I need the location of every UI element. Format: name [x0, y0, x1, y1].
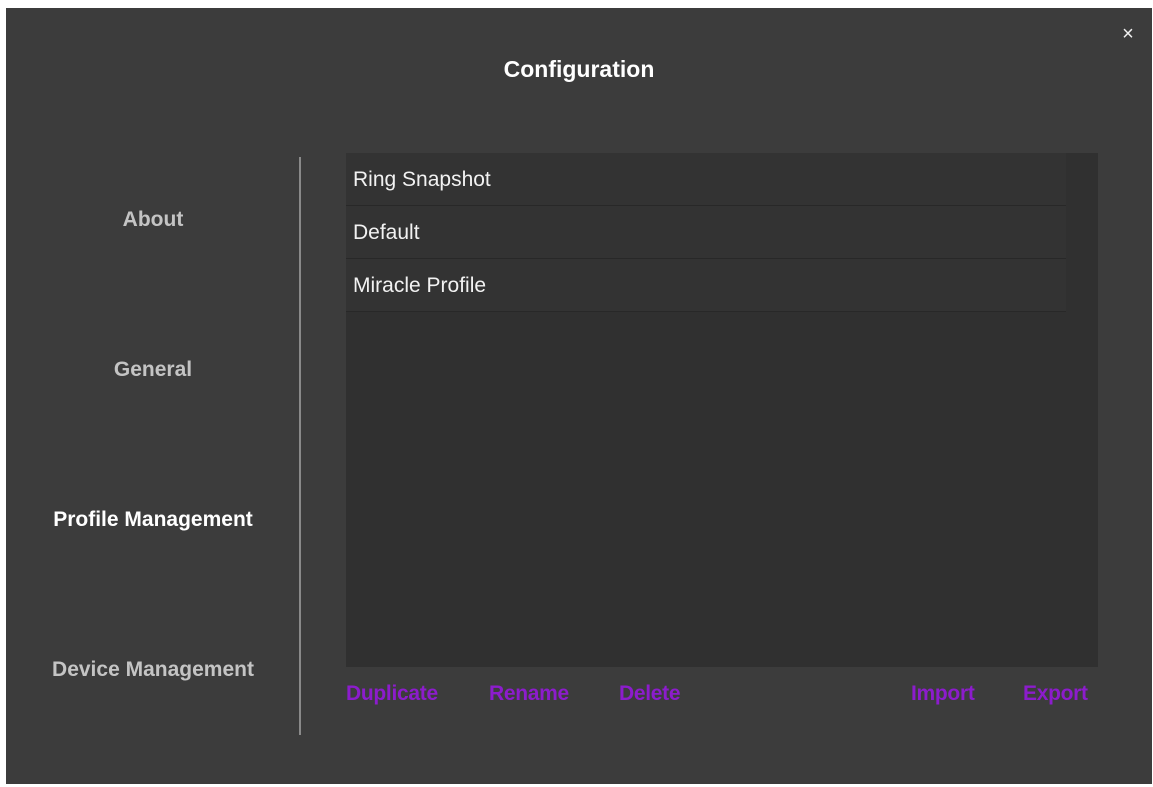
- list-item[interactable]: Miracle Profile: [346, 259, 1066, 312]
- sidebar-item-device-management[interactable]: Device Management: [6, 658, 300, 682]
- sidebar-item-profile-management[interactable]: Profile Management: [6, 508, 300, 532]
- rename-button[interactable]: Rename: [489, 682, 569, 706]
- sidebar-item-about[interactable]: About: [6, 208, 300, 232]
- profile-list[interactable]: Ring Snapshot Default Miracle Profile: [346, 153, 1098, 667]
- close-icon[interactable]: ×: [1118, 24, 1138, 44]
- profile-actions: Duplicate Rename Delete Import Export: [346, 682, 1098, 712]
- page-title: Configuration: [503, 56, 655, 82]
- list-item[interactable]: Ring Snapshot: [346, 153, 1066, 206]
- export-button[interactable]: Export: [1023, 682, 1088, 706]
- list-item[interactable]: Default: [346, 206, 1066, 259]
- import-button[interactable]: Import: [911, 682, 975, 706]
- delete-button[interactable]: Delete: [619, 682, 681, 706]
- sidebar-divider: [299, 157, 301, 735]
- configuration-window: × Configuration About General Profile Ma…: [6, 8, 1152, 784]
- sidebar-nav: About General Profile Management Device …: [6, 158, 300, 738]
- sidebar-item-general[interactable]: General: [6, 358, 300, 382]
- duplicate-button[interactable]: Duplicate: [346, 682, 438, 706]
